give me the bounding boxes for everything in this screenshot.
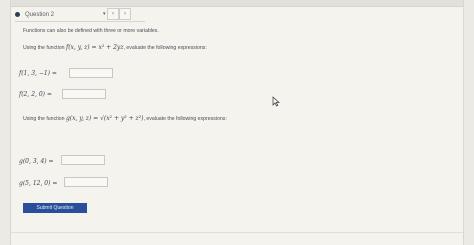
submit-question-button[interactable]: Submit Question [23, 203, 87, 213]
answer-input-f1[interactable] [69, 68, 113, 78]
answer-input-g2[interactable] [64, 177, 108, 187]
previous-question-button[interactable]: ‹ [107, 8, 119, 20]
part1-prefix: Using the function [23, 45, 66, 51]
intro-text: Functions can also be defined with three… [23, 28, 159, 34]
function-g: g(x, y, z) = √(x² + y² + z²) [65, 115, 144, 122]
status-dot-icon [15, 12, 20, 17]
divider [11, 232, 463, 233]
prompt-g2: g(5, 12, 0) = [19, 180, 58, 187]
prompt-f1: f(1, 3, −1) = [19, 70, 57, 77]
next-question-button[interactable]: › [119, 8, 131, 20]
mouse-cursor-icon [272, 96, 280, 107]
question-title: Question 2 [25, 11, 55, 18]
part2-instruction: Using the function g(x, y, z) = √(x² + y… [23, 115, 227, 122]
part1-suffix: , evaluate the following expressions: [123, 45, 207, 51]
prompt-g1: g(0, 3, 4) = [19, 158, 54, 165]
answer-input-g1[interactable] [61, 155, 105, 165]
part2-suffix: , evaluate the following expressions: [143, 116, 227, 122]
prompt-f2: f(2, 2, 0) = [19, 91, 52, 98]
answer-input-f2[interactable] [62, 89, 106, 99]
question-card: Question 2 ▾ ‹ › Functions can also be d… [10, 0, 464, 245]
function-f: f(x, y, z) = x² + 2yz [65, 44, 124, 51]
chevron-down-icon[interactable]: ▾ [103, 11, 106, 17]
part1-instruction: Using the function f(x, y, z) = x² + 2yz… [23, 44, 207, 51]
top-bar [11, 0, 463, 7]
part2-prefix: Using the function [23, 116, 66, 122]
